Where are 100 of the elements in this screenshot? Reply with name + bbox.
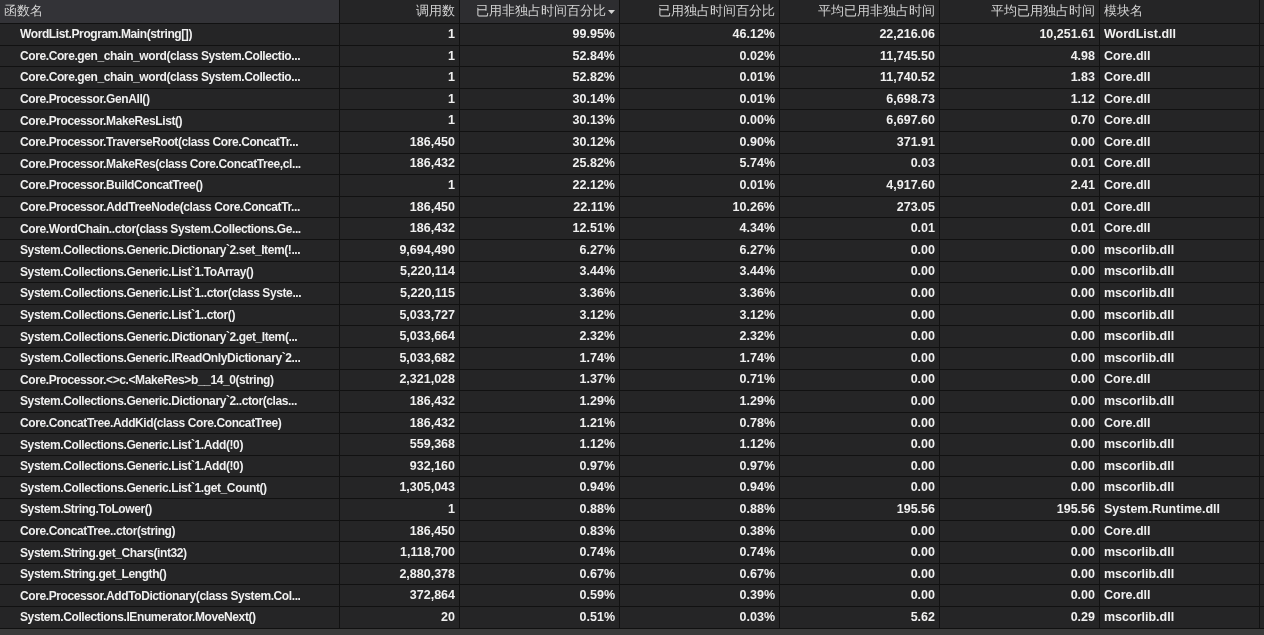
table-cell: 0.01% — [620, 175, 780, 196]
column-header[interactable]: 函数名 — [0, 0, 340, 23]
module-name-cell: mscorlib.dll — [1100, 347, 1260, 369]
module-name-cell: mscorlib.dll — [1100, 434, 1260, 455]
table-cell: 52.84% — [460, 45, 620, 67]
table-cell: 0.88% — [620, 499, 780, 520]
module-name-cell: Core.dll — [1100, 110, 1260, 131]
table-cell: 12.51% — [460, 218, 620, 239]
module-name-cell: Core.dll — [1100, 88, 1260, 110]
table-cell: 0.97% — [620, 455, 780, 477]
function-name-cell: Core.Processor.GenAll() — [0, 88, 340, 110]
table-cell: 186,432 — [340, 391, 460, 412]
module-name-cell: mscorlib.dll — [1100, 304, 1260, 326]
table-cell: 0.70 — [940, 110, 1100, 131]
table-cell: 30.12% — [460, 131, 620, 153]
table-cell: 0.67% — [460, 563, 620, 585]
table-cell: 2.41 — [940, 175, 1100, 196]
module-name-cell: mscorlib.dll — [1100, 326, 1260, 347]
module-name-cell: mscorlib.dll — [1100, 391, 1260, 412]
table-cell: 186,432 — [340, 153, 460, 175]
function-name-cell: Core.Processor.BuildConcatTree() — [0, 175, 340, 196]
table-cell: 0.97% — [460, 455, 620, 477]
table-cell: 0.00 — [940, 455, 1100, 477]
table-cell: 3.12% — [620, 304, 780, 326]
table-cell: 0.59% — [460, 585, 620, 607]
function-name-cell: Core.Processor.AddToDictionary(class System.Col... — [0, 585, 340, 607]
function-name-cell: Core.Processor.TraverseRoot(class Core.ConcatTr... — [0, 131, 340, 153]
table-cell: 1.29% — [620, 391, 780, 412]
module-name-cell: mscorlib.dll — [1100, 455, 1260, 477]
table-cell: 0.00 — [940, 542, 1100, 563]
table-cell: 0.00 — [940, 347, 1100, 369]
table-cell: 932,160 — [340, 455, 460, 477]
column-header[interactable]: 已用独占时间百分比 — [620, 0, 780, 23]
column-header[interactable]: 已用非独占时间百分比 — [460, 0, 620, 23]
module-name-cell: mscorlib.dll — [1100, 283, 1260, 304]
module-name-cell: Core.dll — [1100, 520, 1260, 542]
table-cell: 1.74% — [620, 347, 780, 369]
table-cell: 0.00 — [940, 283, 1100, 304]
table-cell: 0.74% — [620, 542, 780, 563]
table-cell: 0.78% — [620, 412, 780, 434]
table-cell: 0.00 — [780, 239, 940, 261]
table-cell: 0.00 — [780, 391, 940, 412]
table-cell: 4,917.60 — [780, 175, 940, 196]
table-cell: 1 — [340, 499, 460, 520]
table-cell: 0.94% — [460, 477, 620, 499]
table-cell: 1 — [340, 110, 460, 131]
column-header[interactable]: 模块名 — [1100, 0, 1260, 23]
table-cell: 1.74% — [460, 347, 620, 369]
table-cell: 1.37% — [460, 369, 620, 391]
table-cell: 1.12% — [460, 434, 620, 455]
table-cell: 30.14% — [460, 88, 620, 110]
table-cell: 371.91 — [780, 131, 940, 153]
table-cell: 372,864 — [340, 585, 460, 607]
table-cell: 1,305,043 — [340, 477, 460, 499]
table-cell: 0.94% — [620, 477, 780, 499]
table-cell: 186,450 — [340, 131, 460, 153]
table-cell: 0.00 — [780, 326, 940, 347]
module-name-cell: Core.dll — [1100, 412, 1260, 434]
function-name-cell: System.Collections.Generic.Dictionary`2.get_Item(... — [0, 326, 340, 347]
table-cell: 6,698.73 — [780, 88, 940, 110]
column-header[interactable]: 平均已用独占时间 — [940, 0, 1100, 23]
table-cell: 5.62 — [780, 607, 940, 628]
table-cell: 3.44% — [460, 261, 620, 283]
table-cell: 0.00 — [940, 563, 1100, 585]
table-cell: 5,033,664 — [340, 326, 460, 347]
table-cell: 4.98 — [940, 45, 1100, 67]
column-header[interactable]: 平均已用非独占时间 — [780, 0, 940, 23]
table-cell: 5,220,115 — [340, 283, 460, 304]
table-cell: 0.02% — [620, 45, 780, 67]
table-cell: 186,432 — [340, 218, 460, 239]
table-cell: 1.21% — [460, 412, 620, 434]
table-cell: 5,220,114 — [340, 261, 460, 283]
table-cell: 0.03% — [620, 607, 780, 628]
table-cell: 11,745.50 — [780, 45, 940, 67]
table-cell: 0.00 — [780, 585, 940, 607]
module-name-cell: WordList.dll — [1100, 24, 1260, 45]
module-name-cell: Core.dll — [1100, 585, 1260, 607]
table-cell: 0.00 — [940, 391, 1100, 412]
table-cell: 0.00 — [940, 412, 1100, 434]
module-name-cell: mscorlib.dll — [1100, 239, 1260, 261]
table-cell: 2,880,378 — [340, 563, 460, 585]
module-name-cell: mscorlib.dll — [1100, 477, 1260, 499]
function-name-cell: System.Collections.Generic.List`1..ctor(class Syste... — [0, 283, 340, 304]
function-name-cell: Core.WordChain..ctor(class System.Collections.Ge... — [0, 218, 340, 239]
table-cell: 0.88% — [460, 499, 620, 520]
table-cell: 0.51% — [460, 607, 620, 628]
function-name-cell: System.Collections.Generic.List`1.Add(!0) — [0, 455, 340, 477]
function-name-cell: System.Collections.Generic.Dictionary`2.set_Item(!... — [0, 239, 340, 261]
table-cell: 0.00 — [940, 369, 1100, 391]
table-cell: 0.38% — [620, 520, 780, 542]
table-cell: 0.00 — [780, 434, 940, 455]
table-cell: 0.00% — [620, 110, 780, 131]
table-cell: 20 — [340, 607, 460, 628]
module-name-cell: System.Runtime.dll — [1100, 499, 1260, 520]
table-cell: 0.00 — [940, 434, 1100, 455]
table-cell: 0.00 — [780, 520, 940, 542]
function-name-cell: Core.Processor.AddTreeNode(class Core.ConcatTr... — [0, 196, 340, 218]
table-cell: 0.83% — [460, 520, 620, 542]
table-cell: 0.71% — [620, 369, 780, 391]
module-name-cell: Core.dll — [1100, 45, 1260, 67]
